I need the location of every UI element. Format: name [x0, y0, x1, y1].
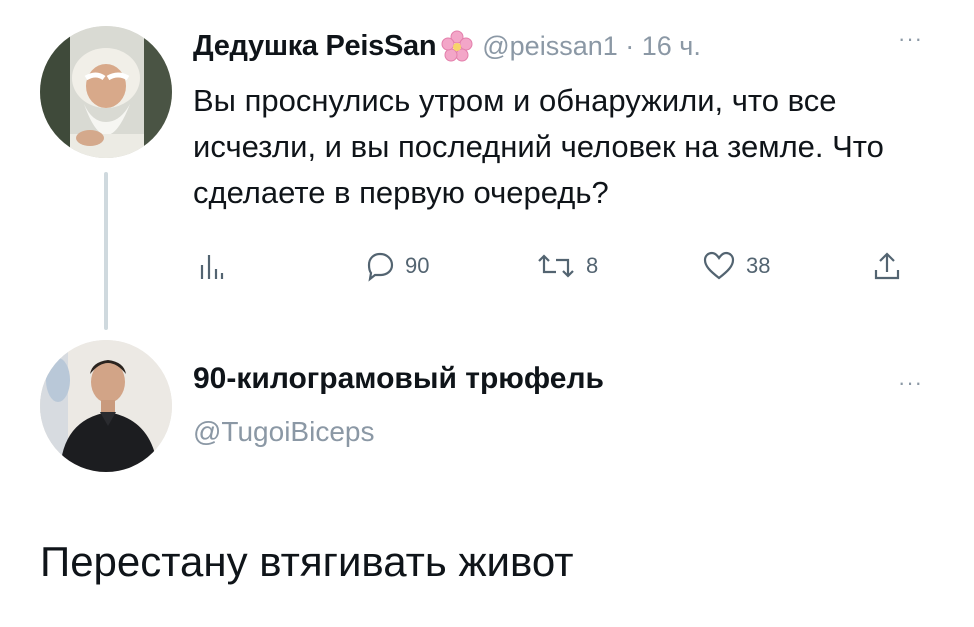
- heart-icon: [703, 251, 735, 280]
- tweet1-header: Дедушка PeisSan @peissan1 · 16 ч.: [193, 26, 701, 66]
- avatar-tugoibiceps[interactable]: [40, 340, 172, 472]
- reply-button[interactable]: 90: [363, 246, 429, 286]
- share-button[interactable]: [872, 246, 902, 286]
- author-handle[interactable]: @TugoiBiceps: [193, 416, 374, 448]
- like-count: 38: [746, 253, 771, 278]
- like-button[interactable]: 38: [702, 246, 770, 286]
- bar-chart-icon: [200, 255, 224, 279]
- cherry-blossom-icon: [440, 29, 474, 63]
- reply-icon: [367, 252, 394, 282]
- avatar-image: [40, 26, 172, 158]
- analytics-button[interactable]: [198, 246, 224, 286]
- tweet2-text: Перестану втягивать живот: [40, 538, 574, 585]
- retweet-count: 8: [586, 253, 599, 278]
- share-icon: [874, 252, 900, 280]
- retweet-icon: [538, 254, 574, 278]
- avatar-peissan[interactable]: [40, 26, 172, 158]
- more-options-icon[interactable]: ···: [898, 26, 923, 52]
- reply-count: 90: [405, 253, 430, 278]
- avatar-image: [40, 340, 172, 472]
- tweet1-text: Вы проснулись утром и обнаружили, что вс…: [193, 83, 884, 210]
- author-name[interactable]: Дедушка PeisSan: [193, 30, 437, 63]
- more-options-icon[interactable]: ···: [898, 370, 923, 396]
- thread-line: [104, 172, 108, 330]
- author-name[interactable]: 90-килограмовый трюфель: [193, 362, 604, 396]
- retweet-button[interactable]: 8: [536, 246, 598, 286]
- handle-and-time[interactable]: @peissan1 · 16 ч.: [482, 31, 701, 62]
